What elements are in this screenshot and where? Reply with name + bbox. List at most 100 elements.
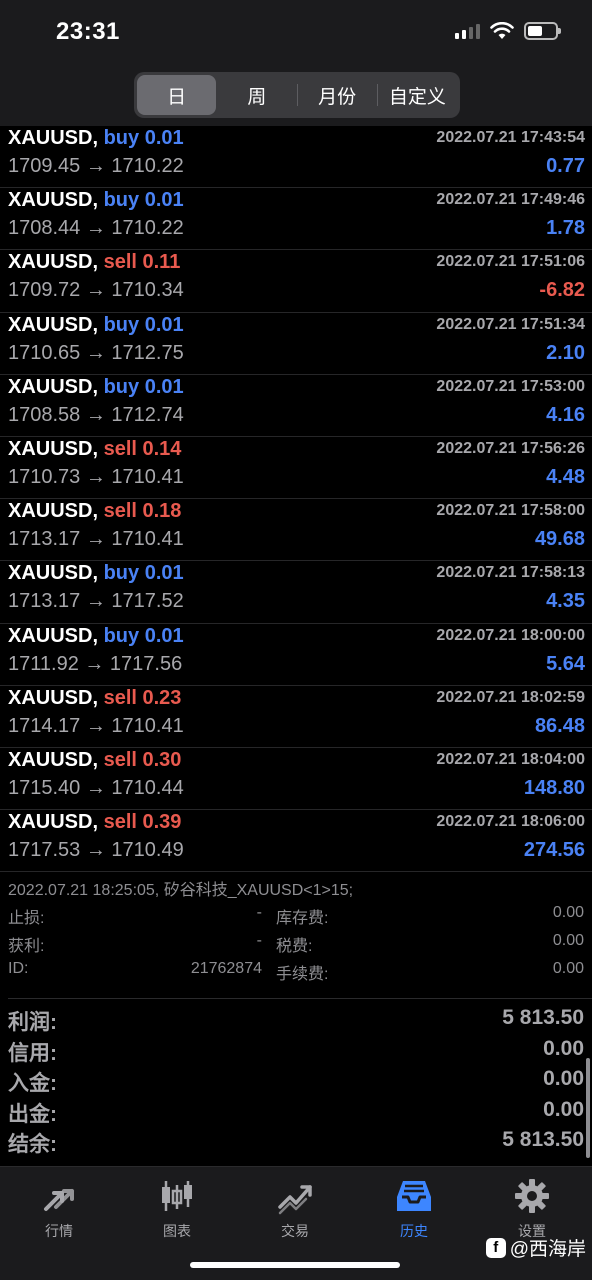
symbol-name: XAUUSD, [8, 562, 99, 585]
symbol-name: XAUUSD, [8, 375, 99, 398]
tab-trade[interactable]: 交易 [236, 1177, 354, 1241]
tab-chart[interactable]: 图表 [118, 1177, 236, 1241]
detail-grid: 止损: - 库存费: 0.00 获利: - 税费: 0.00 ID: 21762… [0, 904, 592, 988]
deal-time: 2022.07.21 17:53:00 [436, 377, 585, 395]
deal-side-volume: sell 0.23 [103, 686, 182, 709]
deal-prices: 1710.73 → 1710.41 [8, 465, 184, 488]
tab-label: 历史 [400, 1223, 428, 1239]
watermark: f @西海岸 [485, 1234, 586, 1261]
tab-label: 交易 [281, 1223, 309, 1239]
deal-profit: 4.35 [546, 590, 585, 613]
deal-profit: 148.80 [523, 776, 585, 799]
summary-row-credit: 信用: 0.00 [0, 1037, 592, 1068]
tab-quotes[interactable]: 行情 [0, 1177, 118, 1241]
tab-label: 行情 [45, 1223, 73, 1239]
deal-row[interactable]: XAUUSD, sell 0.11 2022.07.21 17:51:06 1709… [0, 250, 592, 313]
summary-label: 结余: [8, 1133, 57, 1156]
gear-icon [515, 1179, 549, 1213]
deal-list: XAUUSD, buy 0.01 2022.07.21 17:43:54 1709.… [0, 126, 592, 873]
deal-prices: 1708.44 → 1710.22 [8, 217, 184, 240]
deal-row[interactable]: XAUUSD, buy 0.01 2022.07.21 17:53:00 1708.… [0, 375, 592, 437]
deal-profit: 49.68 [534, 528, 585, 551]
deal-symbol: XAUUSD, sell 0.18 [8, 500, 181, 523]
deal-row[interactable]: XAUUSD, sell 0.14 2022.07.21 17:56:26 1710… [0, 437, 592, 500]
header: 日 周 月份 自定义 [0, 64, 592, 126]
deal-row[interactable]: XAUUSD, buy 0.01 2022.07.21 17:51:34 1710.… [0, 313, 592, 375]
watermark-text: @西海岸 [509, 1239, 586, 1260]
deal-time: 2022.07.21 17:58:13 [436, 564, 585, 582]
deal-row[interactable]: XAUUSD, sell 0.39 2022.07.21 18:06:00 1717… [0, 810, 592, 873]
deal-time: 2022.07.21 17:51:34 [436, 315, 585, 333]
deal-prices: 1709.72 → 1710.34 [8, 279, 184, 302]
summary-label: 入金: [8, 1072, 57, 1095]
symbol-name: XAUUSD, [8, 313, 99, 336]
deal-profit: -6.82 [539, 279, 585, 302]
status-bar: 23:31 [0, 0, 592, 64]
scroll-indicator[interactable] [586, 1058, 590, 1158]
deal-side-volume: buy 0.01 [103, 127, 184, 149]
summary-row-balance: 结余: 5 813.50 [0, 1128, 592, 1159]
symbol-name: XAUUSD, [8, 748, 99, 771]
deal-side-volume: sell 0.11 [103, 251, 181, 274]
deal-profit: 4.48 [546, 465, 585, 488]
wifi-icon [490, 22, 514, 39]
id-label: ID: [8, 960, 29, 977]
period-tab-month[interactable]: 月份 [298, 75, 377, 115]
deal-time: 2022.07.21 18:02:59 [436, 688, 585, 706]
deal-prices: 1714.17 → 1710.41 [8, 714, 184, 737]
deal-time: 2022.07.21 17:49:46 [436, 191, 585, 209]
deal-side-volume: buy 0.01 [103, 375, 184, 398]
deal-side-volume: buy 0.01 [103, 313, 184, 336]
deal-symbol: XAUUSD, buy 0.01 [8, 376, 184, 399]
symbol-name: XAUUSD, [8, 251, 99, 274]
deal-symbol: XAUUSD, sell 0.23 [8, 687, 181, 710]
deal-symbol: XAUUSD, buy 0.01 [8, 127, 184, 150]
deal-profit: 1.78 [546, 217, 585, 240]
deal-row[interactable]: XAUUSD, buy 0.01 2022.07.21 17:58:13 1713.… [0, 561, 592, 624]
deal-row[interactable]: XAUUSD, buy 0.01 2022.07.21 18:00:00 1711.… [0, 624, 592, 686]
home-indicator[interactable] [190, 1262, 400, 1268]
period-tab-custom[interactable]: 自定义 [378, 75, 457, 115]
take-profit-value: - [256, 932, 262, 949]
detail-row: 止损: - 库存费: 0.00 [0, 904, 592, 932]
battery-icon [524, 22, 561, 40]
deal-profit: 0.77 [546, 155, 585, 177]
tab-label: 图表 [163, 1223, 191, 1239]
deal-row[interactable]: XAUUSD, sell 0.18 2022.07.21 17:58:00 1713… [0, 499, 592, 562]
tab-history[interactable]: 历史 [355, 1177, 473, 1241]
swap-label: 库存费: [276, 910, 329, 927]
deal-time: 2022.07.21 17:51:06 [436, 253, 585, 271]
deal-profit: 5.64 [546, 652, 585, 675]
symbol-name: XAUUSD, [8, 686, 99, 709]
summary-value: 5 813.50 [502, 1006, 584, 1029]
detail-title: 2022.07.21 18:25:05, 矽谷科技_XAUUSD<1>15; [8, 882, 354, 899]
history-inbox-icon [397, 1181, 431, 1211]
deal-prices: 1711.92 → 1717.56 [8, 652, 183, 675]
tab-settings[interactable]: 设置 [473, 1177, 591, 1241]
summary-label: 利润: [8, 1011, 57, 1034]
deal-row[interactable]: XAUUSD, buy 0.01 2022.07.21 17:49:46 1708.… [0, 188, 592, 251]
status-icons [455, 22, 561, 40]
deal-time: 2022.07.21 18:06:00 [436, 813, 585, 831]
status-time: 23:31 [56, 18, 120, 45]
deal-profit: 86.48 [534, 714, 585, 737]
candlestick-chart-icon [162, 1181, 192, 1211]
stop-loss-value: - [256, 904, 262, 921]
deal-prices: 1713.17 → 1717.52 [8, 590, 184, 613]
deal-profit: 2.10 [546, 341, 585, 364]
deal-row[interactable]: XAUUSD, sell 0.30 2022.07.21 18:04:00 1715… [0, 748, 592, 811]
symbol-name: XAUUSD, [8, 500, 99, 523]
symbol-name: XAUUSD, [8, 437, 99, 460]
period-tab-day[interactable]: 日 [137, 75, 217, 115]
deal-prices: 1715.40 → 1710.44 [8, 776, 184, 799]
deal-row[interactable]: XAUUSD, buy 0.01 2022.07.21 17:43:54 1709.… [0, 126, 592, 189]
period-tab-week[interactable]: 周 [217, 75, 296, 115]
deal-prices: 1710.65 → 1712.75 [8, 341, 184, 364]
summary-value: 0.00 [543, 1036, 584, 1060]
id-value: 21762874 [190, 960, 262, 977]
deal-time: 2022.07.21 18:00:00 [436, 626, 585, 644]
summary-value: 0.00 [543, 1097, 584, 1121]
deal-row[interactable]: XAUUSD, sell 0.23 2022.07.21 18:02:59 1714… [0, 686, 592, 748]
period-segmented-control: 日 周 月份 自定义 [134, 72, 460, 118]
deal-side-volume: buy 0.01 [103, 562, 184, 585]
